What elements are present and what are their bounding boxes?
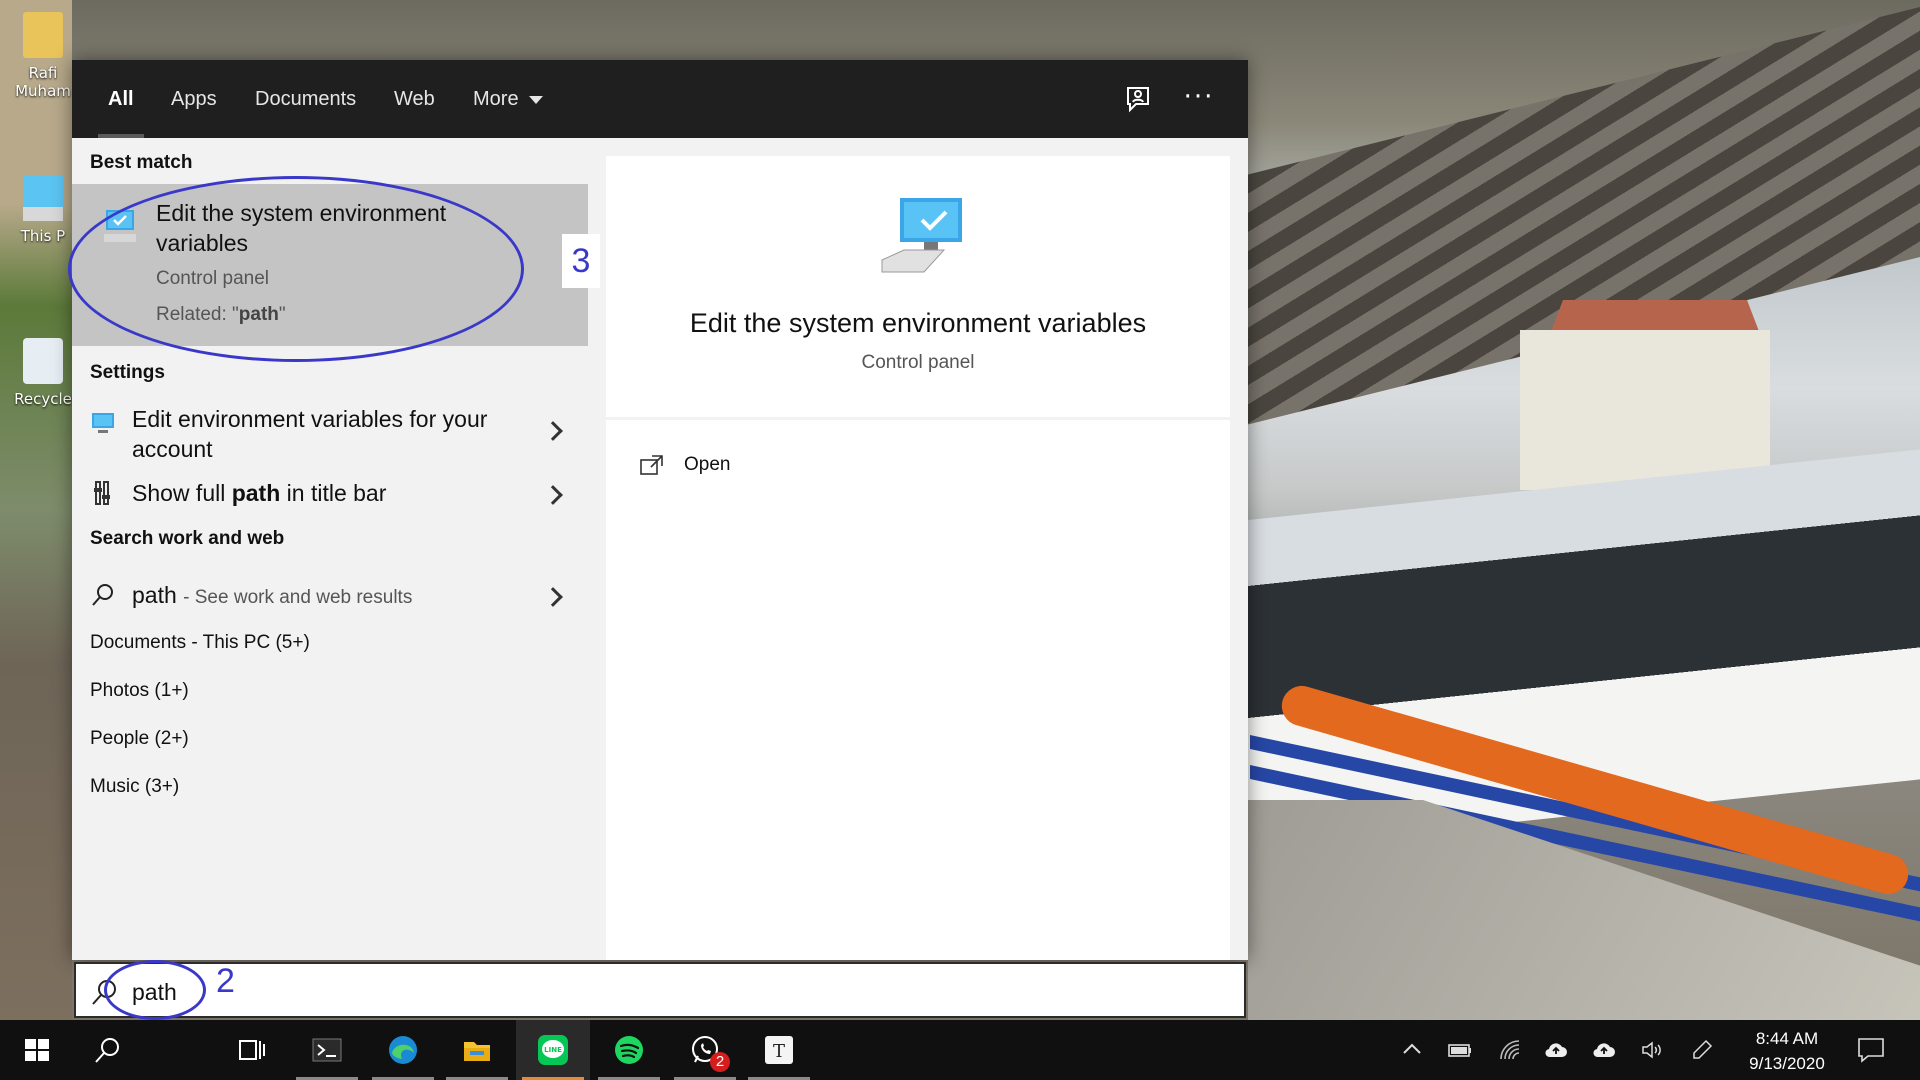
- chevron-down-icon: [528, 95, 543, 104]
- computer-icon: [23, 175, 63, 221]
- best-match-heading: Best match: [90, 152, 193, 173]
- settings-heading: Settings: [90, 362, 165, 383]
- taskbar-app-edge[interactable]: [366, 1020, 440, 1080]
- annotation-number-2: 2: [216, 962, 235, 1000]
- detail-header: Edit the system environment variables Co…: [606, 156, 1230, 420]
- more-options-icon[interactable]: ···: [1181, 82, 1217, 118]
- feedback-icon[interactable]: [1120, 82, 1156, 118]
- svg-text:T: T: [773, 1041, 785, 1062]
- action-center-icon[interactable]: [1856, 1036, 1886, 1064]
- show-hidden-icons-chevron-up-icon[interactable]: [1400, 1038, 1424, 1062]
- tab-web[interactable]: Web: [394, 60, 435, 138]
- windows-start-icon: [22, 1035, 52, 1065]
- wallpaper-left: [0, 0, 72, 1020]
- network-icon[interactable]: [1498, 1038, 1522, 1062]
- web-search-item[interactable]: path - See work and web results: [72, 576, 588, 616]
- settings-item-env-vars[interactable]: Edit environment variables for your acco…: [72, 400, 588, 464]
- annotation-number-3: 3: [562, 234, 600, 288]
- desktop-icon-recycle-bin[interactable]: Recycle: [8, 338, 78, 408]
- settings-item-label: Edit environment variables for your acco…: [132, 406, 488, 462]
- search-icon: [92, 1035, 122, 1065]
- tab-more-label: More: [473, 88, 519, 110]
- tab-apps[interactable]: Apps: [171, 60, 217, 138]
- pen-icon[interactable]: [1690, 1038, 1714, 1062]
- taskbar-app-file-explorer[interactable]: [440, 1020, 514, 1080]
- tab-all[interactable]: All: [98, 60, 143, 138]
- svg-text:LINE: LINE: [544, 1046, 562, 1054]
- web-search-label: path - See work and web results: [132, 580, 412, 613]
- desktop-icon-user-folder[interactable]: Rafi Muham: [8, 12, 78, 100]
- clock-date: 9/13/2020: [1749, 1054, 1825, 1073]
- task-view-icon: [236, 1035, 266, 1065]
- start-button[interactable]: [0, 1020, 74, 1080]
- folder-icon: [23, 12, 63, 58]
- line-icon: LINE: [538, 1035, 568, 1065]
- edge-icon: [388, 1035, 418, 1065]
- tab-more[interactable]: More: [473, 60, 543, 138]
- taskbar-app-line[interactable]: LINE: [516, 1020, 590, 1080]
- detail-subtitle: Control panel: [861, 352, 975, 373]
- station-building: [1520, 330, 1770, 490]
- category-documents[interactable]: Documents - This PC (5+): [90, 632, 310, 654]
- taskbar: LINE 2 T 8:44 AM 9/13/2020: [0, 1020, 1920, 1080]
- category-photos[interactable]: Photos (1+): [90, 680, 189, 702]
- search-web-heading: Search work and web: [90, 528, 285, 549]
- category-people[interactable]: People (2+): [90, 728, 189, 750]
- desktop-icon-label: Rafi Muham: [15, 64, 71, 100]
- settings-item-label: Show full path in title bar: [132, 478, 386, 508]
- label-part: in title bar: [280, 480, 387, 506]
- clock-time: 8:44 AM: [1755, 1029, 1819, 1048]
- taskbar-app-typora[interactable]: T: [742, 1020, 816, 1080]
- settings-item-show-path[interactable]: Show full path in title bar: [72, 474, 588, 514]
- category-music[interactable]: Music (3+): [90, 776, 179, 798]
- desktop-icon-label: This P: [20, 227, 66, 245]
- spotify-icon: [614, 1035, 644, 1065]
- search-box[interactable]: [74, 962, 1246, 1018]
- cloud-upload-icon[interactable]: [1592, 1038, 1616, 1062]
- search-input[interactable]: [132, 972, 932, 1012]
- recycle-bin-icon: [23, 338, 63, 384]
- detail-title: Edit the system environment variables: [689, 308, 1147, 338]
- system-properties-icon: [878, 194, 968, 278]
- desktop-icon-label: Recycle: [14, 390, 72, 408]
- label-part: Show full: [132, 480, 232, 506]
- terminal-icon: [312, 1035, 342, 1065]
- volume-icon[interactable]: [1640, 1038, 1664, 1062]
- chevron-right-icon: [543, 587, 563, 607]
- search-icon: [90, 582, 116, 608]
- taskbar-app-terminal[interactable]: [290, 1020, 364, 1080]
- file-explorer-icon: [462, 1035, 492, 1065]
- notification-badge: 2: [710, 1052, 730, 1072]
- clock[interactable]: 8:44 AM 9/13/2020: [1730, 1026, 1844, 1076]
- annotation-circle-best-match: [68, 176, 524, 362]
- desktop-icon-this-pc[interactable]: This P: [8, 175, 78, 245]
- typora-icon: T: [764, 1035, 794, 1065]
- tab-documents[interactable]: Documents: [255, 60, 356, 138]
- search-tab-bar: All Apps Documents Web More ···: [72, 60, 1248, 138]
- web-hint: - See work and web results: [183, 587, 413, 608]
- open-label: Open: [684, 454, 731, 475]
- open-icon: [640, 454, 664, 476]
- taskbar-app-whatsapp[interactable]: 2: [668, 1020, 742, 1080]
- taskbar-app-spotify[interactable]: [592, 1020, 666, 1080]
- detail-pane: Edit the system environment variables Co…: [606, 156, 1230, 960]
- label-bold: path: [231, 480, 281, 506]
- chevron-right-icon: [543, 421, 563, 441]
- battery-icon[interactable]: [1448, 1038, 1472, 1062]
- taskbar-search-button[interactable]: [70, 1020, 144, 1080]
- folder-options-icon: [90, 480, 116, 506]
- cloud-upload-icon[interactable]: [1544, 1038, 1568, 1062]
- web-query: path: [132, 582, 177, 608]
- annotation-circle-search-input: [104, 960, 206, 1020]
- task-view-button[interactable]: [214, 1020, 288, 1080]
- chevron-right-icon: [543, 485, 563, 505]
- monitor-icon: [90, 410, 116, 436]
